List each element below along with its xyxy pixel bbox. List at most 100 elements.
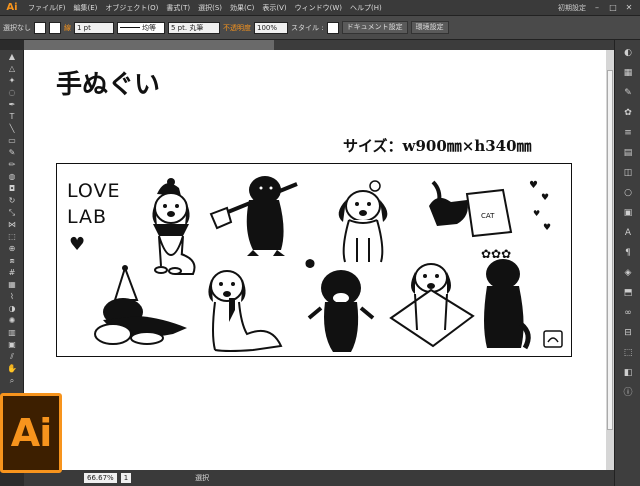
dog-flower-illustration <box>338 180 388 263</box>
menu-bar: Ai ファイル(F) 編集(E) オブジェクト(O) 書式(T) 選択(S) 効… <box>0 0 640 16</box>
width-tool-icon[interactable]: ⋈ <box>2 219 22 230</box>
stroke-label[interactable]: 線 <box>64 23 71 33</box>
hearts-decoration-icon: ♥ ♥ ♥ ♥ <box>529 180 551 233</box>
dog-star-crown-illustration: ✿✿✿ <box>481 247 531 350</box>
hand-tool-icon[interactable]: ✋ <box>2 363 22 374</box>
current-tool-status[interactable]: 選択 <box>195 473 209 483</box>
opacity-label[interactable]: 不透明度 <box>223 23 251 33</box>
pen-tool-icon[interactable]: ✒ <box>2 99 22 110</box>
blob-brush-tool-icon[interactable]: ◍ <box>2 171 22 182</box>
love-lab-text: LOVE LAB <box>67 180 121 228</box>
graphic-styles-panel-icon[interactable]: ▣ <box>621 206 635 220</box>
brushes-panel-icon[interactable]: ✎ <box>621 86 635 100</box>
dog-box-illustration <box>389 263 475 348</box>
stroke-swatch[interactable] <box>49 21 61 34</box>
illustrator-logo: Ai <box>0 393 62 473</box>
preferences-button[interactable]: 環境設定 <box>410 21 449 34</box>
direct-selection-tool-icon[interactable]: △ <box>2 63 22 74</box>
artboard-number-field[interactable]: 1 <box>120 473 132 483</box>
vertical-scrollbar[interactable] <box>606 50 614 470</box>
line-tool-icon[interactable]: ╲ <box>2 123 22 134</box>
style-swatch[interactable] <box>326 21 339 34</box>
gradient-panel-icon[interactable]: ▤ <box>621 146 635 160</box>
document-setup-button[interactable]: ドキュメント設定 <box>341 21 408 34</box>
menu-effect[interactable]: 効果(C) <box>226 3 258 13</box>
zoom-field[interactable]: 66.67% <box>84 473 117 483</box>
appearance-panel-icon[interactable]: ○ <box>621 186 635 200</box>
transparency-panel-icon[interactable]: ◫ <box>621 166 635 180</box>
eraser-tool-icon[interactable]: ◘ <box>2 183 22 194</box>
zoom-tool-icon[interactable]: ⌕ <box>2 375 22 386</box>
color-panel-icon[interactable]: ◐ <box>621 46 635 60</box>
rotate-tool-icon[interactable]: ↻ <box>2 195 22 206</box>
magic-wand-tool-icon[interactable]: ✦ <box>2 75 22 86</box>
dog-scarf-illustration <box>208 270 283 352</box>
links-panel-icon[interactable]: ∞ <box>621 306 635 320</box>
perspective-grid-tool-icon[interactable]: ⧈ <box>2 255 22 266</box>
paragraph-panel-icon[interactable]: ¶ <box>621 246 635 260</box>
status-bar: 66.67% 1 選択 <box>24 470 614 486</box>
lasso-tool-icon[interactable]: ◌ <box>2 87 22 98</box>
info-panel-icon[interactable]: ⓘ <box>621 386 635 400</box>
pathfinder-panel-icon[interactable]: ◧ <box>621 366 635 380</box>
artboards-panel-icon[interactable]: ⬒ <box>621 286 635 300</box>
paintbrush-tool-icon[interactable]: ✎ <box>2 147 22 158</box>
menu-view[interactable]: 表示(V) <box>258 3 290 13</box>
symbols-panel-icon[interactable]: ✿ <box>621 106 635 120</box>
maximize-icon[interactable]: □ <box>608 3 618 12</box>
stroke-weight-field[interactable]: 1 pt <box>74 21 114 34</box>
brush-select[interactable]: 5 pt. 丸筆 <box>168 21 220 34</box>
menu-file[interactable]: ファイル(F) <box>24 3 70 13</box>
close-icon[interactable]: ✕ <box>624 3 634 12</box>
slice-tool-icon[interactable]: ⫽ <box>2 351 22 362</box>
svg-text:CAT: CAT <box>481 212 495 220</box>
stroke-panel-icon[interactable]: ≡ <box>621 126 635 140</box>
opacity-field[interactable]: 100% <box>254 21 288 34</box>
svg-text:✿✿✿: ✿✿✿ <box>481 247 511 261</box>
svg-text:♥: ♥ <box>529 180 538 191</box>
document-size-text: サイズ：w900㎜×h340㎜ <box>343 137 532 155</box>
character-panel-icon[interactable]: A <box>621 226 635 240</box>
svg-text:♥: ♥ <box>543 223 551 233</box>
selection-status: 選択なし <box>3 23 31 32</box>
symbol-sprayer-tool-icon[interactable]: ✺ <box>2 315 22 326</box>
mesh-tool-icon[interactable]: # <box>2 267 22 278</box>
control-bar: 選択なし 線 1 pt 均等 5 pt. 丸筆 不透明度 100% スタイル :… <box>0 16 640 40</box>
stroke-line-icon <box>120 27 140 28</box>
style-label: スタイル : <box>291 23 324 32</box>
artboard-tool-icon[interactable]: ▣ <box>2 339 22 350</box>
free-transform-tool-icon[interactable]: ⬚ <box>2 231 22 242</box>
svg-text:♥: ♥ <box>541 193 549 203</box>
menu-type[interactable]: 書式(T) <box>162 3 194 13</box>
document-tab[interactable] <box>24 40 274 50</box>
document-tab-bar <box>24 40 614 50</box>
selection-tool-icon[interactable]: ▲ <box>2 51 22 62</box>
gradient-tool-icon[interactable]: ▦ <box>2 279 22 290</box>
blend-tool-icon[interactable]: ◑ <box>2 303 22 314</box>
stroke-style-select[interactable]: 均等 <box>117 21 165 34</box>
swatches-panel-icon[interactable]: ▦ <box>621 66 635 80</box>
menu-window[interactable]: ウィンドウ(W) <box>291 3 346 13</box>
vertical-scroll-thumb[interactable] <box>607 70 613 430</box>
menu-select[interactable]: 選択(S) <box>194 3 226 13</box>
menu-edit[interactable]: 編集(E) <box>70 3 102 13</box>
heart-icon: ♥ <box>69 234 86 255</box>
align-panel-icon[interactable]: ⊟ <box>621 326 635 340</box>
layers-panel-icon[interactable]: ◈ <box>621 266 635 280</box>
pencil-tool-icon[interactable]: ✏ <box>2 159 22 170</box>
dog-black-tongue-illustration <box>307 270 375 352</box>
type-tool-icon[interactable]: T <box>2 111 22 122</box>
workspace-switcher[interactable]: 初期設定 <box>558 3 586 13</box>
eyedropper-tool-icon[interactable]: ⌇ <box>2 291 22 302</box>
minimize-icon[interactable]: – <box>592 3 602 12</box>
menu-help[interactable]: ヘルプ(H) <box>346 3 386 13</box>
scale-tool-icon[interactable]: ⤡ <box>2 207 22 218</box>
tenugui-design-frame[interactable]: LOVE LAB ♥ CAT ♥ ♥ ♥ ♥ ✿✿✿ <box>56 163 572 357</box>
menu-object[interactable]: オブジェクト(O) <box>101 3 162 13</box>
fill-swatch[interactable] <box>34 21 46 34</box>
document-title: 手ぬぐい <box>56 70 161 100</box>
shape-builder-tool-icon[interactable]: ⊕ <box>2 243 22 254</box>
rectangle-tool-icon[interactable]: ▭ <box>2 135 22 146</box>
transform-panel-icon[interactable]: ⬚ <box>621 346 635 360</box>
graph-tool-icon[interactable]: ▥ <box>2 327 22 338</box>
